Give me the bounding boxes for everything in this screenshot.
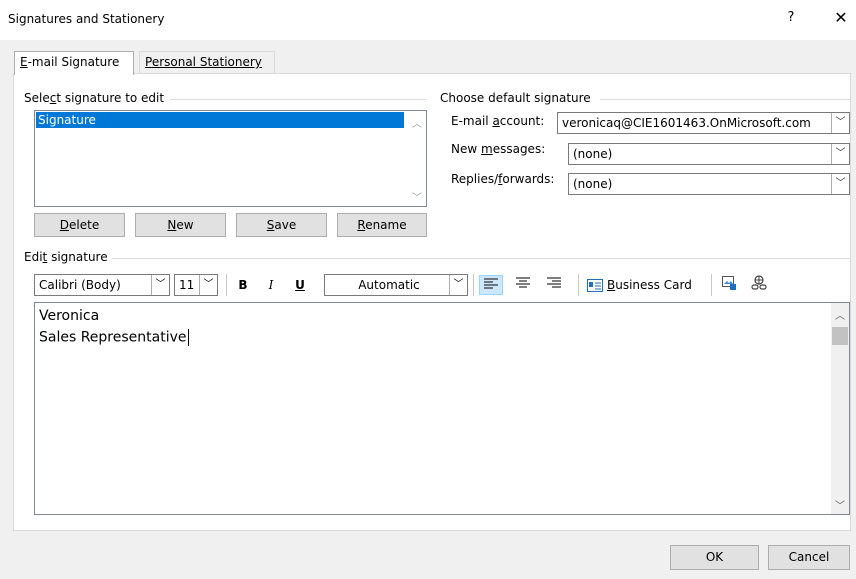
save-label: ave xyxy=(274,218,297,232)
new-button[interactable]: New xyxy=(135,213,226,237)
editor-scrollbar[interactable]: ︿ ﹀ xyxy=(831,303,849,514)
chevron-down-icon[interactable]: ﹀ xyxy=(199,275,217,295)
toolbar-separator xyxy=(226,274,227,296)
underline-button[interactable]: U xyxy=(290,275,310,295)
edit-signature-label: Edit signature xyxy=(24,250,112,264)
email-account-label: E-mail account: xyxy=(451,114,544,128)
email-label-post: ccount: xyxy=(499,114,545,128)
title-bar: Signatures and Stationery ? ✕ xyxy=(0,0,856,40)
edit-label-pre: Edi xyxy=(24,250,43,264)
signature-editor[interactable]: Veronica Sales Representative ︿ ﹀ xyxy=(34,302,850,515)
email-label-pre: E-mail xyxy=(451,114,493,128)
scroll-thumb[interactable] xyxy=(832,327,848,345)
tab-email-signature-accel: E xyxy=(20,55,28,69)
scroll-up-icon[interactable]: ︿ xyxy=(831,307,849,322)
delete-accel: D xyxy=(59,218,70,232)
align-right-icon[interactable] xyxy=(542,275,566,295)
bold-button[interactable]: B xyxy=(233,275,253,295)
editor-line: Sales Representative xyxy=(39,329,189,346)
business-card-accel: B xyxy=(607,278,616,292)
scroll-down-icon[interactable]: ﹀ xyxy=(408,189,426,204)
replies-label: Replies/forwards: xyxy=(451,172,554,186)
align-left-icon[interactable] xyxy=(479,275,503,295)
group-line-edit xyxy=(104,258,850,259)
email-account-select[interactable]: veronicaq@CIE1601463.OnMicrosoft.com ﹀ xyxy=(557,112,850,134)
hyperlink-icon[interactable] xyxy=(749,275,769,295)
signature-list[interactable]: Signature ︿ ﹀ xyxy=(34,110,427,207)
text-caret xyxy=(187,329,189,346)
scroll-down-icon[interactable]: ﹀ xyxy=(831,497,849,512)
help-button[interactable]: ? xyxy=(783,10,799,25)
editor-line-text: Sales Representative xyxy=(39,329,187,346)
rename-button[interactable]: Rename xyxy=(337,213,427,237)
new-msg-label-accel: m xyxy=(481,142,493,156)
select-label-post: t signature to edit xyxy=(56,91,165,105)
email-account-value: veronicaq@CIE1601463.OnMicrosoft.com xyxy=(562,116,811,130)
business-card-button[interactable]: Business Card xyxy=(587,275,692,295)
delete-button[interactable]: Delete xyxy=(34,213,125,237)
edit-label-post: signature xyxy=(47,250,108,264)
toolbar-separator xyxy=(473,274,474,296)
tab-email-signature-label: -mail Signature xyxy=(27,55,120,69)
toolbar-separator xyxy=(578,274,579,296)
chevron-down-icon[interactable]: ﹀ xyxy=(831,174,849,194)
default-signature-label: Choose default signature xyxy=(440,91,595,105)
business-card-icon xyxy=(587,278,603,298)
new-messages-label: New messages: xyxy=(451,142,545,156)
tab-personal-stationery-label: ersonal Stationery xyxy=(151,55,262,69)
align-center-icon[interactable] xyxy=(511,275,535,295)
font-select[interactable]: Calibri (Body) ﹀ xyxy=(34,274,170,296)
group-line-select xyxy=(170,99,427,100)
tab-personal-stationery[interactable]: Personal Stationery xyxy=(139,51,275,73)
close-button[interactable]: ✕ xyxy=(832,8,850,27)
select-signature-label: Select signature to edit xyxy=(24,91,169,105)
new-msg-label-post: essages: xyxy=(492,142,546,156)
insert-picture-icon[interactable] xyxy=(719,275,739,295)
font-size-value: 11 xyxy=(179,278,195,292)
new-messages-select[interactable]: (none) ﹀ xyxy=(568,143,850,165)
font-size-select[interactable]: 11 ﹀ xyxy=(174,274,218,296)
italic-button[interactable]: I xyxy=(261,275,281,295)
replies-value: (none) xyxy=(573,177,613,191)
list-item[interactable]: Signature xyxy=(36,112,404,128)
save-button[interactable]: Save xyxy=(236,213,327,237)
new-messages-value: (none) xyxy=(573,147,613,161)
chevron-down-icon[interactable]: ﹀ xyxy=(831,113,849,133)
editor-line: Veronica xyxy=(39,308,100,324)
scroll-up-icon[interactable]: ︿ xyxy=(408,115,426,130)
replies-label-pre: Replies/ xyxy=(451,172,499,186)
window-title: Signatures and Stationery xyxy=(8,12,165,26)
ok-button[interactable]: OK xyxy=(670,545,759,570)
rename-label: ename xyxy=(365,218,407,232)
delete-label: elete xyxy=(69,218,100,232)
select-label-pre: Sele xyxy=(24,91,50,105)
cancel-button[interactable]: Cancel xyxy=(768,545,850,570)
new-label: ew xyxy=(176,218,194,232)
chevron-down-icon[interactable]: ﹀ xyxy=(831,144,849,164)
new-msg-label-pre: New xyxy=(451,142,481,156)
business-card-label: usiness Card xyxy=(615,278,692,292)
list-scrollbar[interactable]: ︿ ﹀ xyxy=(408,111,426,206)
tab-email-signature[interactable]: E-mail Signature xyxy=(14,51,134,75)
chevron-down-icon[interactable]: ﹀ xyxy=(449,275,467,295)
font-color-select[interactable]: Automatic ﹀ xyxy=(324,274,468,296)
replies-select[interactable]: (none) ﹀ xyxy=(568,173,850,195)
email-label-accel: a xyxy=(492,114,500,128)
toolbar-separator xyxy=(711,274,712,296)
font-value: Calibri (Body) xyxy=(39,278,121,292)
font-color-value: Automatic xyxy=(358,278,420,292)
tab-personal-stationery-accel: P xyxy=(145,55,152,69)
group-line-default xyxy=(600,99,850,100)
chevron-down-icon[interactable]: ﹀ xyxy=(151,275,169,295)
replies-label-post: orwards: xyxy=(502,172,555,186)
